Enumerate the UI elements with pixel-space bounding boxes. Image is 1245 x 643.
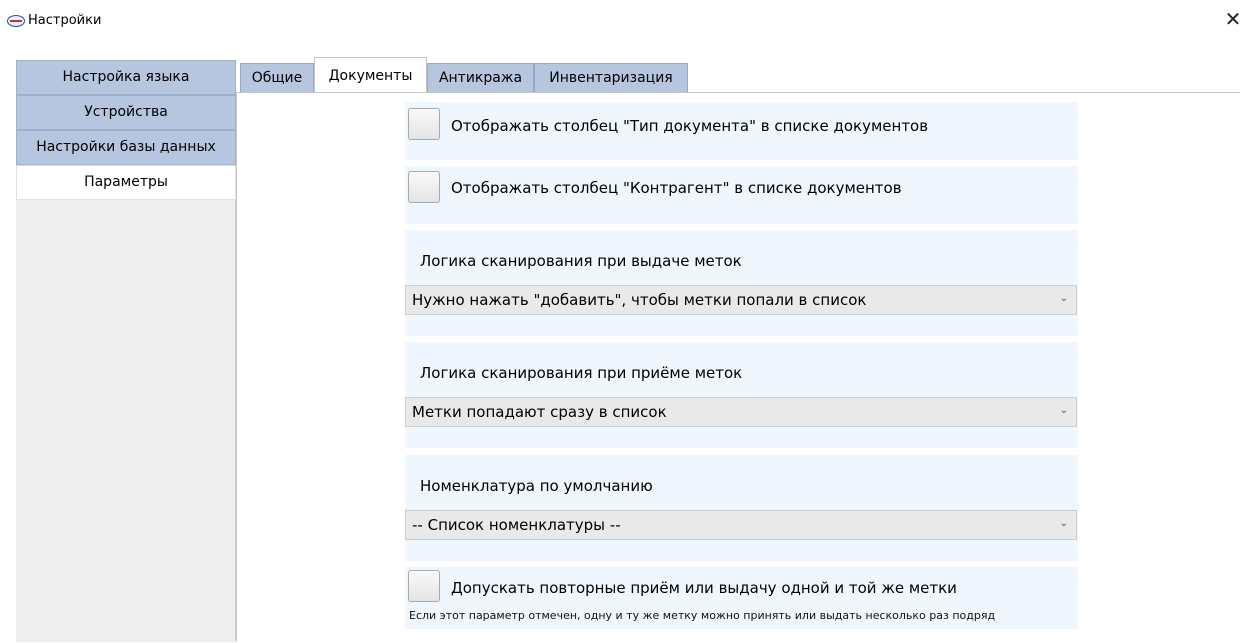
sidebar-item-database[interactable]: Настройки базы данных (16, 130, 236, 165)
issue-logic-label: Логика сканирования при выдаче меток (420, 252, 742, 270)
receive-logic-value: Метки попадают сразу в список (412, 403, 667, 421)
allow-repeat-note: Если этот параметр отмечен, одну и ту же… (409, 609, 996, 622)
setting-default-nomenclature: Номенклатура по умолчанию -- Список номе… (405, 455, 1078, 561)
setting-show-counterparty: Отображать столбец "Контрагент" в списке… (405, 166, 1078, 224)
sidebar-item-language[interactable]: Настройка языка (16, 60, 236, 95)
tab-inventory[interactable]: Инвентаризация (534, 63, 688, 93)
chevron-down-icon: ⌄ (1059, 518, 1068, 529)
show-counterparty-label: Отображать столбец "Контрагент" в списке… (451, 179, 902, 197)
default-nomenclature-select[interactable]: -- Список номенклатуры -- ⌄ (405, 510, 1077, 540)
receive-logic-select[interactable]: Метки попадают сразу в список ⌄ (405, 397, 1077, 427)
tab-documents[interactable]: Документы (314, 57, 427, 93)
default-nomenclature-label: Номенклатура по умолчанию (420, 477, 653, 495)
app-logo-icon (7, 15, 25, 27)
setting-allow-repeat: Допускать повторные приём или выдачу одн… (405, 567, 1078, 629)
window-title: Настройки (28, 13, 102, 28)
issue-logic-select[interactable]: Нужно нажать "добавить", чтобы метки поп… (405, 285, 1077, 315)
tab-general[interactable]: Общие (240, 63, 314, 93)
setting-issue-logic: Логика сканирования при выдаче меток Нуж… (405, 230, 1078, 336)
show-doc-type-label: Отображать столбец "Тип документа" в спи… (451, 117, 929, 135)
show-counterparty-checkbox[interactable] (408, 171, 440, 203)
sidebar-item-devices[interactable]: Устройства (16, 95, 236, 130)
default-nomenclature-value: -- Список номенклатуры -- (412, 516, 621, 534)
chevron-down-icon: ⌄ (1059, 405, 1068, 416)
close-button[interactable]: ✕ (1221, 8, 1245, 32)
receive-logic-label: Логика сканирования при приёме меток (420, 364, 743, 382)
setting-receive-logic: Логика сканирования при приёме меток Мет… (405, 342, 1078, 448)
setting-show-doc-type: Отображать столбец "Тип документа" в спи… (405, 102, 1078, 160)
allow-repeat-label: Допускать повторные приём или выдачу одн… (451, 579, 957, 597)
sidebar: Настройка языка Устройства Настройки баз… (16, 60, 236, 642)
show-doc-type-checkbox[interactable] (408, 108, 440, 140)
tab-antitheft[interactable]: Антикража (427, 63, 534, 93)
allow-repeat-checkbox[interactable] (408, 570, 440, 602)
sidebar-item-parameters[interactable]: Параметры (16, 165, 236, 200)
title-bar: Настройки ✕ (0, 0, 1245, 42)
issue-logic-value: Нужно нажать "добавить", чтобы метки поп… (412, 291, 867, 309)
chevron-down-icon: ⌄ (1059, 293, 1068, 304)
